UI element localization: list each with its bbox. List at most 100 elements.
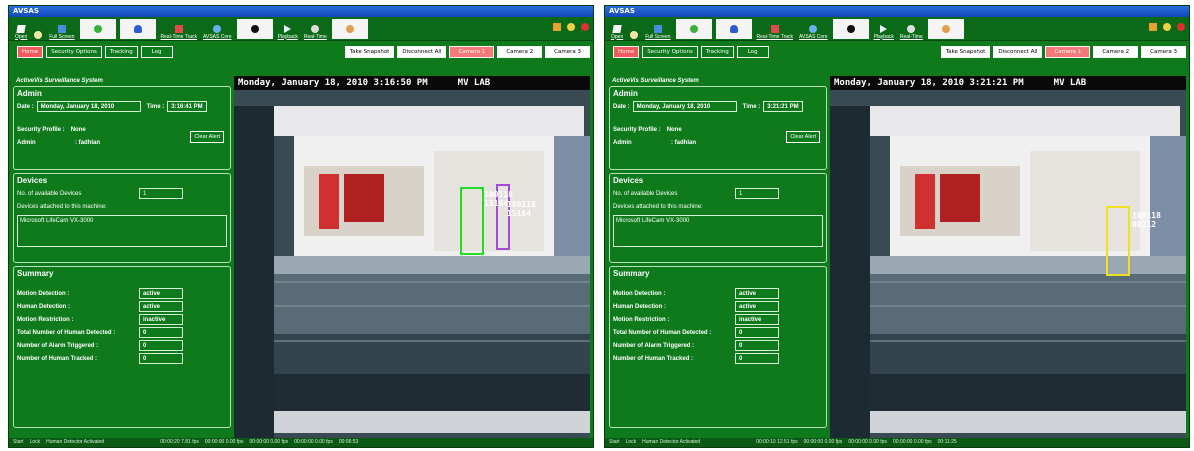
total-human-value: 0 bbox=[139, 327, 183, 338]
human-detection-label: Human Detection : bbox=[613, 303, 667, 310]
full-screen-button[interactable]: Full Screen bbox=[643, 18, 672, 40]
report-icon[interactable] bbox=[553, 23, 561, 31]
playback-button[interactable]: Playback bbox=[872, 18, 896, 40]
full-screen-button[interactable]: Full Screen bbox=[47, 18, 76, 40]
globe-button[interactable] bbox=[675, 18, 712, 39]
title-bar: AVSAS bbox=[9, 6, 593, 17]
nav-right: Take Snapshot Disconnect All Camera 1 Ca… bbox=[344, 46, 593, 58]
realtime-track-button[interactable]: Real-Time Track bbox=[159, 18, 200, 40]
admin-label: Admin bbox=[613, 139, 632, 146]
settings-button[interactable] bbox=[31, 18, 45, 40]
take-snapshot-button[interactable]: Take Snapshot bbox=[344, 46, 395, 58]
home-button[interactable]: Home bbox=[17, 46, 44, 58]
tracked-label: Number of Human Tracked : bbox=[613, 355, 694, 362]
admin-heading: Admin bbox=[613, 89, 638, 98]
globe-button[interactable] bbox=[79, 18, 116, 39]
close-icon[interactable] bbox=[1177, 23, 1185, 31]
detector-status: Human Detector Activated bbox=[642, 439, 701, 445]
tracked-value: 0 bbox=[735, 353, 779, 364]
clear-alert-button[interactable]: Clear Alert bbox=[190, 131, 224, 143]
tracked-value: 0 bbox=[139, 353, 183, 364]
camera-button[interactable] bbox=[236, 18, 273, 39]
avsas-core-button[interactable]: AVSAS Core bbox=[797, 18, 830, 40]
realtime-button[interactable]: Real-Time bbox=[898, 18, 925, 40]
admin-value: : fadhlan bbox=[75, 139, 100, 146]
tracking-button[interactable]: Tracking bbox=[700, 46, 734, 58]
home-button[interactable]: Home bbox=[613, 46, 640, 58]
left-pane: ActiveVis Surveillance System Admin Date… bbox=[609, 76, 827, 436]
user-button[interactable] bbox=[119, 18, 156, 39]
device-list[interactable]: Microsoft LifeCam VX-3000 bbox=[613, 215, 823, 247]
tracking-button[interactable]: Tracking bbox=[104, 46, 138, 58]
face-button[interactable] bbox=[331, 18, 368, 39]
disconnect-all-button[interactable]: Disconnect All bbox=[397, 46, 447, 58]
user-icon bbox=[729, 24, 738, 33]
disconnect-all-button[interactable]: Disconnect All bbox=[993, 46, 1043, 58]
video-timestamp: Monday, January 18, 2010 3:21:21 PM MV LA… bbox=[830, 76, 1186, 90]
settings-button[interactable] bbox=[627, 18, 641, 40]
user-button[interactable] bbox=[715, 18, 752, 39]
total-human-label: Total Number of Human Detected : bbox=[17, 329, 116, 336]
motion-detection-label: Motion Detection : bbox=[613, 290, 666, 297]
track-box-green bbox=[460, 187, 484, 255]
report-icon[interactable] bbox=[1149, 23, 1157, 31]
take-snapshot-button[interactable]: Take Snapshot bbox=[940, 46, 991, 58]
human-detection-label: Human Detection : bbox=[17, 303, 71, 310]
lock-status[interactable]: Lock bbox=[30, 438, 41, 447]
status-bar: Start Lock Human Detector Activated 00:0… bbox=[605, 438, 1189, 447]
device-count-label: No. of available Devices bbox=[613, 190, 678, 197]
devices-panel: Devices No. of available Devices 1 Device… bbox=[13, 173, 231, 263]
avsas-core-button[interactable]: AVSAS Core bbox=[201, 18, 234, 40]
tab-camera-2[interactable]: Camera 2 bbox=[1093, 46, 1139, 58]
security-profile-value: None bbox=[666, 126, 682, 133]
clear-alert-button[interactable]: Clear Alert bbox=[786, 131, 820, 143]
alarm-value: 0 bbox=[735, 340, 779, 351]
log-button[interactable]: Log bbox=[736, 46, 769, 58]
realtime-button[interactable]: Real-Time bbox=[302, 18, 329, 40]
track-box-yellow bbox=[1106, 206, 1130, 276]
monitor-icon bbox=[57, 24, 66, 33]
summary-panel: Summary Motion Detection : active Human D… bbox=[13, 266, 231, 428]
motion-restriction-value: inactive bbox=[735, 314, 779, 325]
camera-icon bbox=[846, 24, 855, 33]
lock-status[interactable]: Lock bbox=[626, 438, 637, 447]
realtime-track-button[interactable]: Real-Time Track bbox=[755, 18, 796, 40]
device-list[interactable]: Microsoft LifeCam VX-3000 bbox=[17, 215, 227, 247]
time-field: 3:16:41 PM bbox=[167, 101, 207, 112]
fps-3: 00:00:00 0.00 fps bbox=[848, 439, 887, 445]
tab-camera-1[interactable]: Camera 1 bbox=[449, 46, 495, 58]
admin-value: : fadhlan bbox=[671, 139, 696, 146]
user-small-icon[interactable] bbox=[1163, 23, 1171, 31]
security-options-button[interactable]: Security Options bbox=[642, 46, 698, 58]
start-status[interactable]: Start bbox=[13, 438, 24, 447]
fps-4: 00:00:00 0.00 fps bbox=[892, 439, 932, 445]
security-profile-value: None bbox=[70, 126, 86, 133]
title-bar: AVSAS bbox=[605, 6, 1189, 17]
face-button[interactable] bbox=[927, 18, 964, 39]
user-small-icon[interactable] bbox=[567, 23, 575, 31]
devices-attached-label: Devices attached to this machine: bbox=[17, 203, 107, 210]
time-label: Time : bbox=[742, 103, 761, 110]
camera-feed[interactable]: Monday, January 18, 2010 3:21:21 PM MV LA… bbox=[830, 76, 1186, 442]
camera-button[interactable] bbox=[832, 18, 869, 39]
detector-status: Human Detector Activated bbox=[46, 439, 105, 445]
tab-camera-3[interactable]: Camera 3 bbox=[545, 46, 590, 58]
window-icons bbox=[553, 23, 589, 31]
tab-camera-1[interactable]: Camera 1 bbox=[1045, 46, 1091, 58]
motion-detection-value: active bbox=[735, 288, 779, 299]
playback-button[interactable]: Playback bbox=[276, 18, 300, 40]
status-bar: Start Lock Human Detector Activated 00:0… bbox=[9, 438, 593, 447]
face-icon bbox=[345, 24, 354, 33]
open-button[interactable]: Open bbox=[13, 18, 29, 40]
camera-feed[interactable]: Monday, January 18, 2010 3:16:50 PM MV LA… bbox=[234, 76, 590, 442]
log-button[interactable]: Log bbox=[140, 46, 173, 58]
tab-camera-2[interactable]: Camera 2 bbox=[497, 46, 543, 58]
security-options-button[interactable]: Security Options bbox=[46, 46, 102, 58]
close-icon[interactable] bbox=[581, 23, 589, 31]
open-button[interactable]: Open bbox=[609, 18, 625, 40]
tab-camera-3[interactable]: Camera 3 bbox=[1141, 46, 1186, 58]
date-label: Date : bbox=[17, 103, 34, 110]
start-status[interactable]: Start bbox=[609, 438, 620, 447]
total-human-label: Total Number of Human Detected : bbox=[613, 329, 712, 336]
wrench-icon bbox=[630, 30, 639, 39]
